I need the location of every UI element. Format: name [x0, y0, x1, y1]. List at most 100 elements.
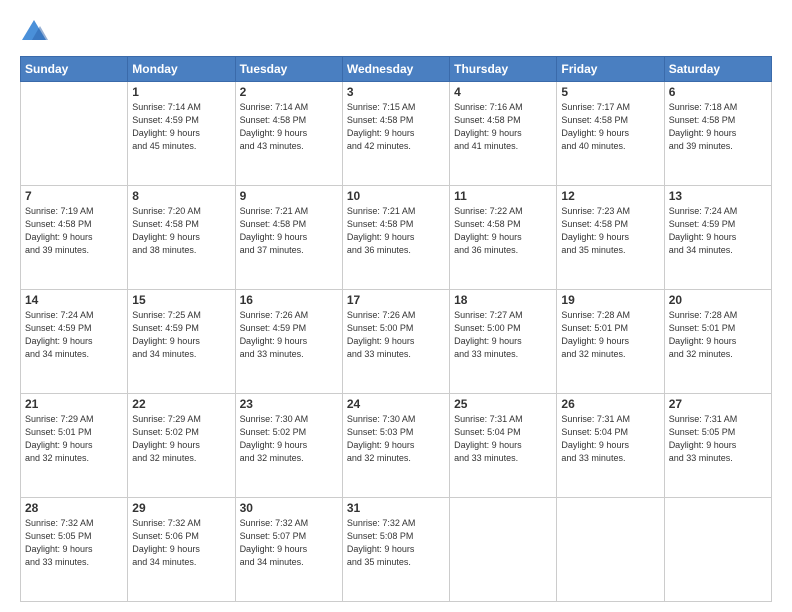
- day-cell: 3 Sunrise: 7:15 AM Sunset: 4:58 PM Daylig…: [342, 82, 449, 186]
- day-number: 28: [25, 501, 123, 515]
- day-info: Sunrise: 7:28 AM Sunset: 5:01 PM Dayligh…: [669, 309, 767, 361]
- day-info: Sunrise: 7:32 AM Sunset: 5:07 PM Dayligh…: [240, 517, 338, 569]
- day-number: 25: [454, 397, 552, 411]
- day-cell: 21 Sunrise: 7:29 AM Sunset: 5:01 PM Dayli…: [21, 394, 128, 498]
- day-number: 11: [454, 189, 552, 203]
- logo: [20, 18, 52, 46]
- day-number: 27: [669, 397, 767, 411]
- day-info: Sunrise: 7:26 AM Sunset: 4:59 PM Dayligh…: [240, 309, 338, 361]
- day-cell: 24 Sunrise: 7:30 AM Sunset: 5:03 PM Dayli…: [342, 394, 449, 498]
- day-cell: 25 Sunrise: 7:31 AM Sunset: 5:04 PM Dayli…: [450, 394, 557, 498]
- day-number: 29: [132, 501, 230, 515]
- day-number: 23: [240, 397, 338, 411]
- day-info: Sunrise: 7:32 AM Sunset: 5:05 PM Dayligh…: [25, 517, 123, 569]
- day-cell: 1Sunrise: 7:14 AM Sunset: 4:59 PM Daylig…: [128, 82, 235, 186]
- day-cell: [664, 498, 771, 602]
- day-number: 15: [132, 293, 230, 307]
- day-number: 20: [669, 293, 767, 307]
- day-number: 30: [240, 501, 338, 515]
- header-monday: Monday: [128, 57, 235, 82]
- day-info: Sunrise: 7:32 AM Sunset: 5:06 PM Dayligh…: [132, 517, 230, 569]
- day-number: 21: [25, 397, 123, 411]
- page: SundayMondayTuesdayWednesdayThursdayFrid…: [0, 0, 792, 612]
- header-sunday: Sunday: [21, 57, 128, 82]
- day-info: Sunrise: 7:29 AM Sunset: 5:02 PM Dayligh…: [132, 413, 230, 465]
- day-number: 26: [561, 397, 659, 411]
- day-info: Sunrise: 7:31 AM Sunset: 5:05 PM Dayligh…: [669, 413, 767, 465]
- day-cell: 7 Sunrise: 7:19 AM Sunset: 4:58 PM Daylig…: [21, 186, 128, 290]
- day-number: 10: [347, 189, 445, 203]
- day-number: 22: [132, 397, 230, 411]
- day-number: 9: [240, 189, 338, 203]
- day-cell: 5Sunrise: 7:17 AM Sunset: 4:58 PM Daylig…: [557, 82, 664, 186]
- day-info: Sunrise: 7:20 AM Sunset: 4:58 PM Dayligh…: [132, 205, 230, 257]
- week-row-3: 14 Sunrise: 7:24 AM Sunset: 4:59 PM Dayli…: [21, 290, 772, 394]
- day-number: 17: [347, 293, 445, 307]
- day-number: 31: [347, 501, 445, 515]
- day-number: 8: [132, 189, 230, 203]
- day-number: 24: [347, 397, 445, 411]
- day-info: Sunrise: 7:26 AM Sunset: 5:00 PM Dayligh…: [347, 309, 445, 361]
- day-number: 2: [240, 85, 338, 99]
- day-cell: [21, 82, 128, 186]
- header-saturday: Saturday: [664, 57, 771, 82]
- day-cell: 8 Sunrise: 7:20 AM Sunset: 4:58 PM Daylig…: [128, 186, 235, 290]
- day-cell: 20 Sunrise: 7:28 AM Sunset: 5:01 PM Dayli…: [664, 290, 771, 394]
- day-cell: 2Sunrise: 7:14 AM Sunset: 4:58 PM Daylig…: [235, 82, 342, 186]
- day-cell: 17 Sunrise: 7:26 AM Sunset: 5:00 PM Dayli…: [342, 290, 449, 394]
- day-number: 6: [669, 85, 767, 99]
- header-thursday: Thursday: [450, 57, 557, 82]
- day-cell: 19Sunrise: 7:28 AM Sunset: 5:01 PM Dayli…: [557, 290, 664, 394]
- day-cell: 13Sunrise: 7:24 AM Sunset: 4:59 PM Dayli…: [664, 186, 771, 290]
- day-info: Sunrise: 7:27 AM Sunset: 5:00 PM Dayligh…: [454, 309, 552, 361]
- day-cell: [557, 498, 664, 602]
- day-info: Sunrise: 7:28 AM Sunset: 5:01 PM Dayligh…: [561, 309, 659, 361]
- week-row-2: 7 Sunrise: 7:19 AM Sunset: 4:58 PM Daylig…: [21, 186, 772, 290]
- day-info: Sunrise: 7:22 AM Sunset: 4:58 PM Dayligh…: [454, 205, 552, 257]
- day-cell: 27 Sunrise: 7:31 AM Sunset: 5:05 PM Dayli…: [664, 394, 771, 498]
- week-row-1: 1Sunrise: 7:14 AM Sunset: 4:59 PM Daylig…: [21, 82, 772, 186]
- day-info: Sunrise: 7:31 AM Sunset: 5:04 PM Dayligh…: [454, 413, 552, 465]
- day-number: 1: [132, 85, 230, 99]
- day-number: 14: [25, 293, 123, 307]
- day-cell: [450, 498, 557, 602]
- day-info: Sunrise: 7:23 AM Sunset: 4:58 PM Dayligh…: [561, 205, 659, 257]
- day-cell: 16 Sunrise: 7:26 AM Sunset: 4:59 PM Dayli…: [235, 290, 342, 394]
- day-info: Sunrise: 7:29 AM Sunset: 5:01 PM Dayligh…: [25, 413, 123, 465]
- day-cell: 12 Sunrise: 7:23 AM Sunset: 4:58 PM Dayli…: [557, 186, 664, 290]
- day-info: Sunrise: 7:16 AM Sunset: 4:58 PM Dayligh…: [454, 101, 552, 153]
- day-cell: 28 Sunrise: 7:32 AM Sunset: 5:05 PM Dayli…: [21, 498, 128, 602]
- header-tuesday: Tuesday: [235, 57, 342, 82]
- day-number: 13: [669, 189, 767, 203]
- day-number: 7: [25, 189, 123, 203]
- day-info: Sunrise: 7:25 AM Sunset: 4:59 PM Dayligh…: [132, 309, 230, 361]
- logo-icon: [20, 18, 48, 46]
- calendar-header-row: SundayMondayTuesdayWednesdayThursdayFrid…: [21, 57, 772, 82]
- day-info: Sunrise: 7:24 AM Sunset: 4:59 PM Dayligh…: [25, 309, 123, 361]
- day-info: Sunrise: 7:30 AM Sunset: 5:03 PM Dayligh…: [347, 413, 445, 465]
- day-cell: 26Sunrise: 7:31 AM Sunset: 5:04 PM Dayli…: [557, 394, 664, 498]
- day-cell: 29 Sunrise: 7:32 AM Sunset: 5:06 PM Dayli…: [128, 498, 235, 602]
- day-number: 4: [454, 85, 552, 99]
- week-row-5: 28 Sunrise: 7:32 AM Sunset: 5:05 PM Dayli…: [21, 498, 772, 602]
- day-info: Sunrise: 7:17 AM Sunset: 4:58 PM Dayligh…: [561, 101, 659, 153]
- day-cell: 9 Sunrise: 7:21 AM Sunset: 4:58 PM Daylig…: [235, 186, 342, 290]
- day-cell: 14 Sunrise: 7:24 AM Sunset: 4:59 PM Dayli…: [21, 290, 128, 394]
- header-wednesday: Wednesday: [342, 57, 449, 82]
- day-number: 3: [347, 85, 445, 99]
- calendar-table: SundayMondayTuesdayWednesdayThursdayFrid…: [20, 56, 772, 602]
- day-number: 12: [561, 189, 659, 203]
- day-cell: 10Sunrise: 7:21 AM Sunset: 4:58 PM Dayli…: [342, 186, 449, 290]
- header-friday: Friday: [557, 57, 664, 82]
- day-cell: 6Sunrise: 7:18 AM Sunset: 4:58 PM Daylig…: [664, 82, 771, 186]
- day-info: Sunrise: 7:19 AM Sunset: 4:58 PM Dayligh…: [25, 205, 123, 257]
- day-number: 16: [240, 293, 338, 307]
- day-info: Sunrise: 7:15 AM Sunset: 4:58 PM Dayligh…: [347, 101, 445, 153]
- day-cell: 18Sunrise: 7:27 AM Sunset: 5:00 PM Dayli…: [450, 290, 557, 394]
- day-cell: 23Sunrise: 7:30 AM Sunset: 5:02 PM Dayli…: [235, 394, 342, 498]
- day-cell: 4 Sunrise: 7:16 AM Sunset: 4:58 PM Daylig…: [450, 82, 557, 186]
- day-cell: 15 Sunrise: 7:25 AM Sunset: 4:59 PM Dayli…: [128, 290, 235, 394]
- day-cell: 11 Sunrise: 7:22 AM Sunset: 4:58 PM Dayli…: [450, 186, 557, 290]
- day-cell: 22 Sunrise: 7:29 AM Sunset: 5:02 PM Dayli…: [128, 394, 235, 498]
- day-info: Sunrise: 7:21 AM Sunset: 4:58 PM Dayligh…: [240, 205, 338, 257]
